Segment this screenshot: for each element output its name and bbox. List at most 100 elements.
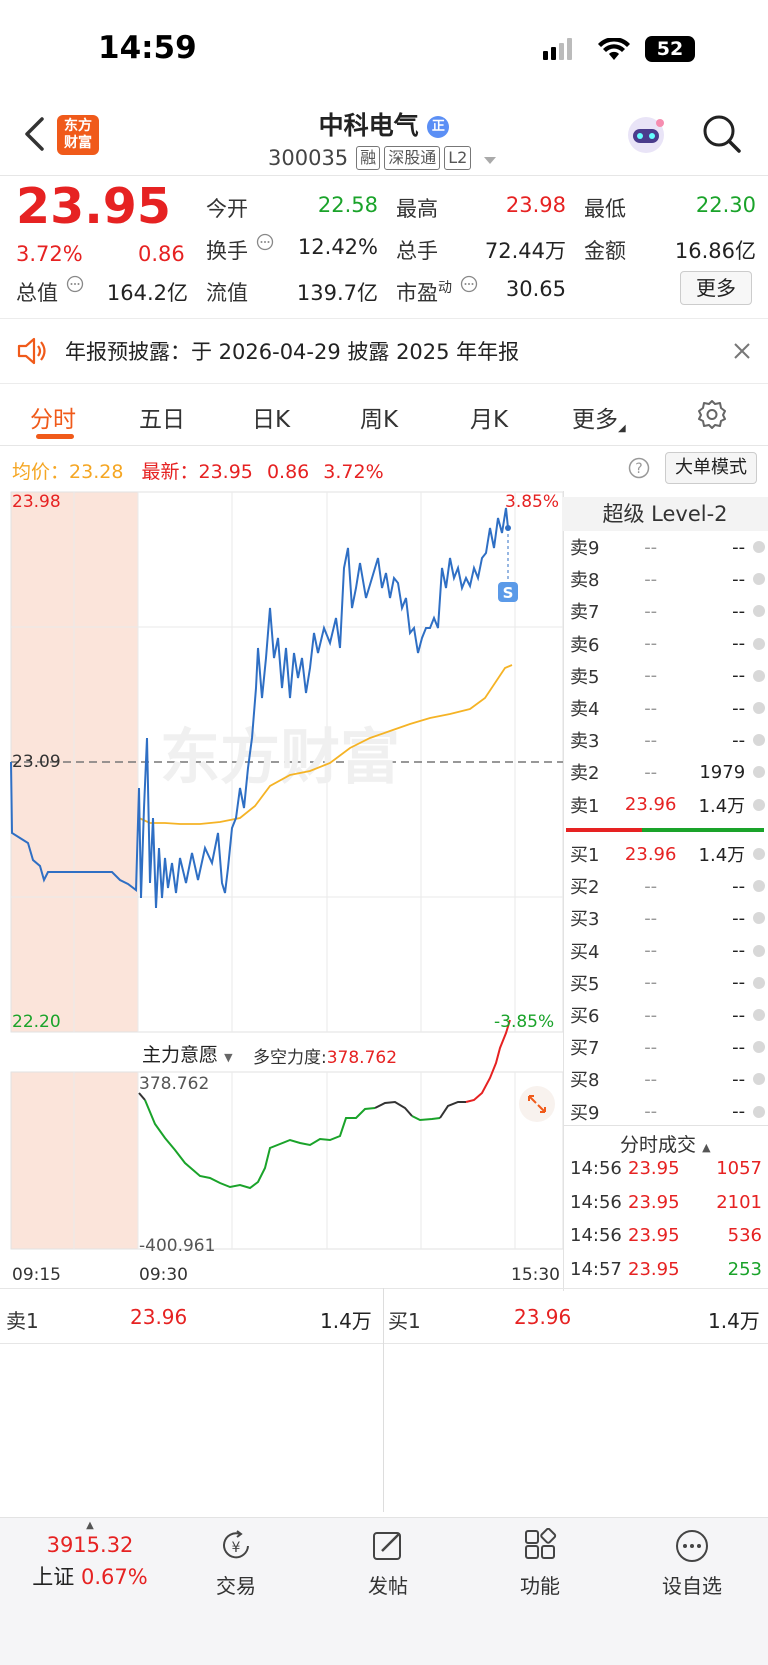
expand-icon[interactable] xyxy=(519,1086,555,1122)
status-dot-icon xyxy=(753,605,765,618)
bid-price: -- xyxy=(644,1101,658,1123)
low-label: 最低 xyxy=(584,197,626,221)
y-axis-top: 23.98 xyxy=(12,492,61,512)
ask-price: -- xyxy=(644,729,658,751)
tab-weekly-k[interactable]: 周K xyxy=(360,400,398,434)
bid-row[interactable]: 买5 -- -- xyxy=(570,967,765,999)
ask-row[interactable]: 卖7 -- -- xyxy=(570,595,765,627)
ask-row[interactable]: 卖6 -- -- xyxy=(570,628,765,660)
robot-avatar-icon[interactable] xyxy=(623,113,669,161)
status-dot-icon xyxy=(753,912,765,925)
help-icon[interactable]: ? xyxy=(628,457,650,483)
tab-more[interactable]: 更多◢ xyxy=(572,400,626,434)
ask-row[interactable]: 卖3 -- -- xyxy=(570,724,765,756)
nav-trade-label: 交易 xyxy=(216,1574,256,1598)
avg-price-line: 均价：23.28 最新：23.95 0.86 3.72% xyxy=(12,457,384,484)
pe-label: 市盈动 xyxy=(396,277,452,307)
close-icon[interactable] xyxy=(733,342,751,364)
bid-row[interactable]: 买4 -- -- xyxy=(570,935,765,967)
open-value: 22.58 xyxy=(317,193,378,217)
pe-label-text: 市盈 xyxy=(396,281,438,305)
bid-price: -- xyxy=(644,972,658,994)
bq-bottom-divider xyxy=(0,1343,768,1344)
info-icon[interactable] xyxy=(66,275,84,297)
status-dot-icon xyxy=(753,1105,765,1118)
tab-more-label: 更多 xyxy=(572,407,618,433)
ask-volume: -- xyxy=(732,633,746,655)
ask-volume: -- xyxy=(732,600,746,622)
bid-row[interactable]: 买2 -- -- xyxy=(570,870,765,902)
bid-row[interactable]: 买3 -- -- xyxy=(570,902,765,934)
bid-price: -- xyxy=(644,1004,658,1026)
active-tab-indicator xyxy=(36,434,74,439)
pe-value: 30.65 xyxy=(505,277,566,301)
latest-pct: 3.72% xyxy=(323,461,384,483)
bid-volume: -- xyxy=(732,940,746,962)
open-label: 今开 xyxy=(206,197,248,221)
ask-row[interactable]: 卖9 -- -- xyxy=(570,531,765,563)
sub-indicator-select[interactable]: 主力意愿 ▼ xyxy=(142,1040,233,1067)
caret-down-icon[interactable] xyxy=(483,146,497,170)
stock-code: 300035 xyxy=(268,146,349,170)
ask-row[interactable]: 卖2 -- 1979 xyxy=(570,756,765,788)
nav-watchlist[interactable]: 设自选 xyxy=(642,1528,742,1599)
nav-watchlist-label: 设自选 xyxy=(662,1574,722,1598)
tab-intraday[interactable]: 分时 xyxy=(30,400,76,434)
level2-title[interactable]: 超级 Level-2 xyxy=(562,497,768,531)
index-value: 3915.32 xyxy=(46,1533,134,1557)
big-order-mode-button[interactable]: 大单模式 xyxy=(665,452,757,484)
tab-monthly-k[interactable]: 月K xyxy=(470,400,508,434)
ask-volume: -- xyxy=(732,536,746,558)
nav-post[interactable]: 发帖 xyxy=(338,1528,438,1599)
stock-subline[interactable]: 300035 融 深股通 L2 xyxy=(268,146,497,170)
force-label: 多空力度: xyxy=(253,1048,327,1068)
ask-row[interactable]: 卖1 23.96 1.4万 xyxy=(570,789,765,821)
float-value: 139.7亿 xyxy=(296,281,378,305)
bq-ask-label: 卖1 xyxy=(6,1309,39,1333)
force-value: 378.762 xyxy=(326,1048,398,1068)
change-amount: 0.86 xyxy=(138,242,185,266)
bid-volume: -- xyxy=(732,1068,746,1090)
speaker-icon xyxy=(16,335,48,371)
nav-functions[interactable]: 功能 xyxy=(490,1528,590,1599)
status-dot-icon xyxy=(753,976,765,989)
latest-change: 0.86 xyxy=(266,461,310,483)
change-pct: 3.72% xyxy=(16,242,83,266)
bid-row[interactable]: 买7 -- -- xyxy=(570,1031,765,1063)
sub-axis-bottom: -400.961 xyxy=(139,1236,216,1256)
tick-volume: 536 xyxy=(727,1225,762,1246)
ask-label: 卖3 xyxy=(570,731,600,753)
ask-price: -- xyxy=(644,568,658,590)
stock-name: 中科电气 xyxy=(318,111,419,140)
bid-row[interactable]: 买9 -- -- xyxy=(570,1096,765,1128)
bid-row[interactable]: 买8 -- -- xyxy=(570,1063,765,1095)
tab-five-day[interactable]: 五日 xyxy=(139,400,185,434)
info-icon[interactable] xyxy=(256,233,274,255)
bid-label: 买7 xyxy=(570,1038,600,1060)
bid-label: 买8 xyxy=(570,1070,600,1092)
tab-daily-k[interactable]: 日K xyxy=(252,400,290,434)
bid-row[interactable]: 买6 -- -- xyxy=(570,999,765,1031)
svg-text:?: ? xyxy=(635,461,642,477)
ask-volume: 1.4万 xyxy=(698,795,746,817)
ask-row[interactable]: 卖8 -- -- xyxy=(570,563,765,595)
ask-row[interactable]: 卖4 -- -- xyxy=(570,692,765,724)
nav-trade[interactable]: ¥ 交易 xyxy=(186,1528,286,1599)
index-widget[interactable]: ▲ 3915.32 上证 0.67% xyxy=(20,1520,160,1591)
header-divider xyxy=(0,175,768,176)
status-dot-icon xyxy=(753,573,765,586)
search-icon[interactable] xyxy=(702,114,742,158)
latest-label: 最新： xyxy=(141,461,199,483)
tick-time: 14:56 xyxy=(570,1191,622,1213)
ask-label: 卖8 xyxy=(570,570,600,592)
turnover-label: 换手 xyxy=(206,239,248,263)
more-button[interactable]: 更多 xyxy=(680,271,752,305)
info-icon[interactable] xyxy=(460,275,478,297)
tick-price: 23.95 xyxy=(628,1258,680,1280)
bid-row[interactable]: 买1 23.96 1.4万 xyxy=(570,838,765,870)
last-price: 23.95 xyxy=(16,178,171,235)
intraday-price-chart[interactable]: 东方财富 S xyxy=(0,488,564,1258)
ask-row[interactable]: 卖5 -- -- xyxy=(570,660,765,692)
force-line-segment xyxy=(374,1100,413,1117)
settings-gear-icon[interactable] xyxy=(697,399,727,433)
